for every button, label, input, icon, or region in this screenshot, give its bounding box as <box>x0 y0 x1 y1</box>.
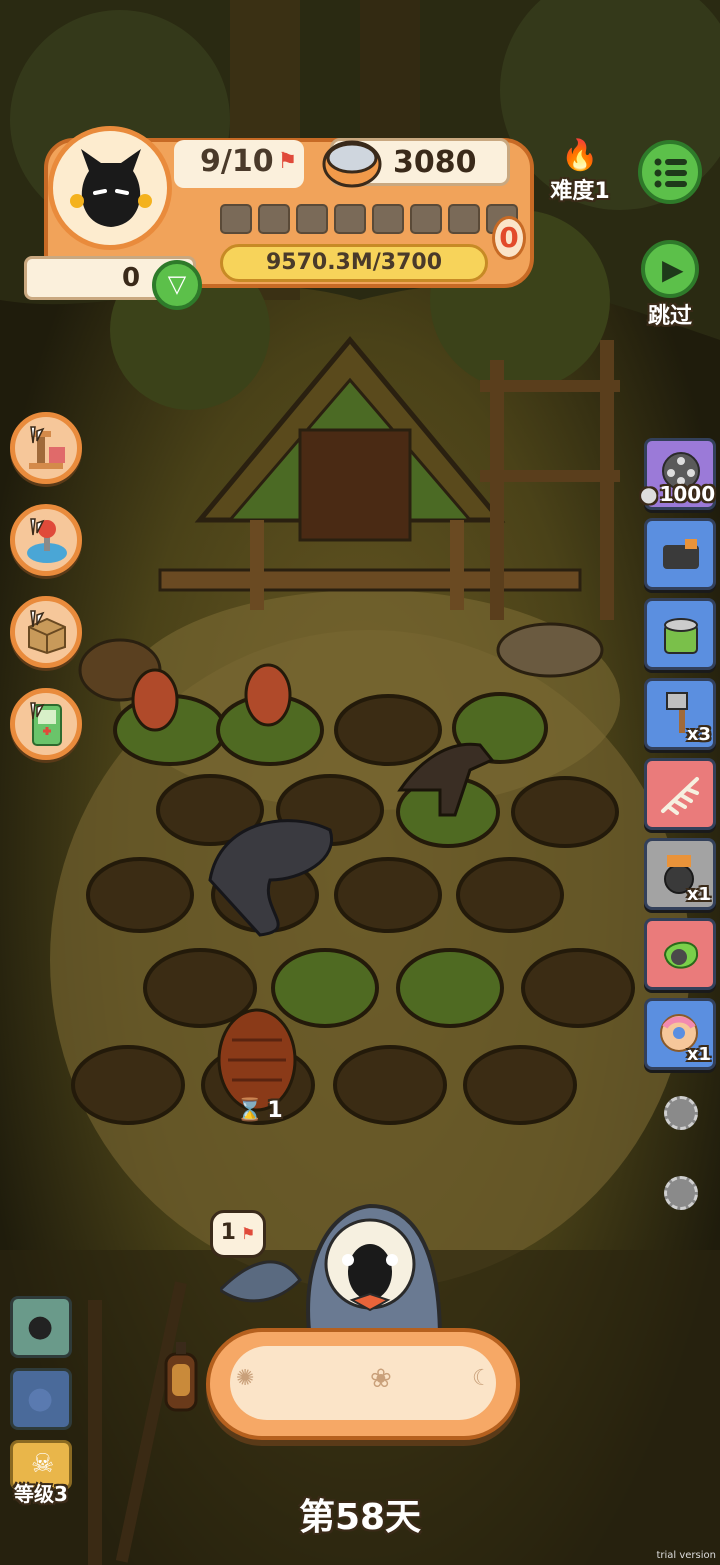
cat-food-can-icon <box>322 140 382 188</box>
avatar[interactable] <box>48 126 172 250</box>
handheld-console-button[interactable] <box>10 688 82 760</box>
skull-icon: ☠ <box>31 1449 55 1479</box>
menu-button[interactable] <box>638 140 702 204</box>
cardboard-box-button[interactable] <box>10 596 82 668</box>
cat-food-can-card[interactable] <box>644 598 716 670</box>
cat-food-can-icon <box>664 618 698 654</box>
ghost-cat-icon: ● <box>27 1309 54 1344</box>
gear-icon[interactable] <box>664 1176 698 1210</box>
sparkle-icon <box>30 426 45 444</box>
day-label: 第58天 <box>298 1497 422 1538</box>
slime-ore-card[interactable] <box>644 918 716 990</box>
fossil-icon <box>661 777 699 815</box>
cat-silhouette-icon: ● <box>27 1381 54 1416</box>
shark-cat <box>220 1203 443 1340</box>
play-icon: ▶ <box>662 253 684 286</box>
black-cat-icon <box>70 149 152 227</box>
menu-list-icon <box>654 158 687 188</box>
gem-button[interactable]: ▽ <box>152 260 202 310</box>
coin-icon: ● <box>640 482 658 506</box>
ghost-cat-card[interactable]: ● <box>10 1296 72 1358</box>
moon-icon: ☾ <box>472 1366 492 1391</box>
sparkle-icon <box>30 702 45 720</box>
cat-silhouette-card[interactable]: ● <box>10 1368 72 1430</box>
camera-card[interactable] <box>644 518 716 590</box>
gem-icon: ▽ <box>167 270 187 298</box>
camera-icon <box>663 539 699 569</box>
progress-bar: 9570.3M/3700 <box>220 244 488 282</box>
fossil-card[interactable] <box>644 758 716 830</box>
level-button[interactable]: ☠ 等级3 <box>10 1440 72 1510</box>
skip-button[interactable]: ▶ 跳过 <box>638 240 702 329</box>
level-slots <box>220 204 518 234</box>
sparkle-icon <box>30 518 45 536</box>
population-counter: 9/10 ⚑ <box>200 144 298 179</box>
paw-icon: ❀ <box>370 1364 392 1394</box>
axe-card[interactable]: x3 <box>644 678 716 750</box>
sun-icon: ✺ <box>236 1366 255 1391</box>
cat-tree-button[interactable] <box>10 412 82 484</box>
difficulty-indicator[interactable]: 🔥 难度1 <box>540 138 620 212</box>
flag-icon: ⚑ <box>277 149 298 174</box>
action-panel[interactable]: ✺ ❀ ☾ <box>206 1328 520 1440</box>
gear-icon[interactable] <box>664 1096 698 1130</box>
joystick-button[interactable] <box>10 504 82 576</box>
progress-badge: 0 <box>492 216 526 260</box>
hourglass-icon: ⌛ <box>236 1098 264 1123</box>
robot-wheel-card[interactable]: x1 <box>644 838 716 910</box>
film-reel-cost: ● 1000 <box>640 482 716 506</box>
game-scene: ⌛ 1 9/10 ⚑ 0 9570.3M/3700 0 ▽ 3080 🔥 难度1… <box>0 0 720 1565</box>
egg-timer: ⌛ 1 <box>236 1098 283 1123</box>
fire-icon: 🔥 <box>561 138 599 173</box>
sparkle-icon <box>30 610 45 628</box>
watermark: trial version <box>656 1550 716 1561</box>
lantern-icon <box>164 1342 198 1412</box>
donut-card[interactable]: x1 <box>644 998 716 1070</box>
slime-ore-icon <box>663 941 699 969</box>
